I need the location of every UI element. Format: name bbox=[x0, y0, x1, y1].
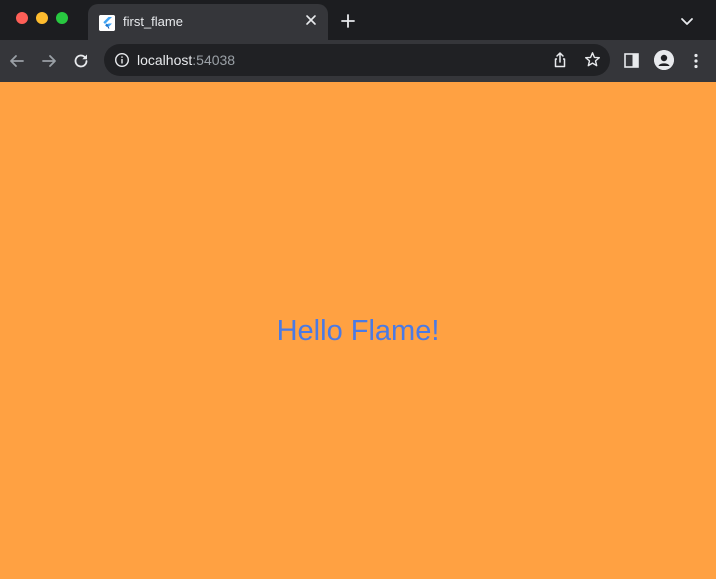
browser-window: first_flame localhost:54038 Hello Flame! bbox=[0, 0, 716, 579]
url-port: :54038 bbox=[192, 52, 236, 68]
flutter-icon bbox=[99, 15, 115, 31]
page-content: Hello Flame! bbox=[0, 82, 716, 579]
minimize-window-button[interactable] bbox=[36, 12, 48, 24]
close-icon[interactable] bbox=[304, 13, 318, 27]
more-vertical-icon[interactable] bbox=[690, 52, 702, 70]
tab-strip: first_flame bbox=[0, 0, 716, 40]
chevron-down-icon[interactable] bbox=[680, 14, 694, 28]
side-panel-icon[interactable] bbox=[624, 53, 639, 68]
plus-icon[interactable] bbox=[340, 13, 356, 29]
page-heading: Hello Flame! bbox=[276, 315, 440, 347]
address-bar[interactable]: localhost:54038 bbox=[104, 44, 610, 76]
share-icon[interactable] bbox=[552, 51, 568, 69]
profile-icon[interactable] bbox=[654, 50, 674, 70]
star-icon[interactable] bbox=[584, 51, 601, 68]
info-icon[interactable] bbox=[114, 52, 130, 68]
maximize-window-button[interactable] bbox=[56, 12, 68, 24]
arrow-left-icon[interactable] bbox=[8, 52, 26, 70]
reload-icon[interactable] bbox=[72, 52, 90, 70]
browser-toolbar: localhost:54038 bbox=[0, 40, 716, 82]
url-host: localhost bbox=[137, 52, 193, 68]
tab-title: first_flame bbox=[123, 14, 183, 29]
arrow-right-icon[interactable] bbox=[40, 52, 58, 70]
close-window-button[interactable] bbox=[16, 12, 28, 24]
url-text[interactable]: localhost:54038 bbox=[137, 52, 235, 68]
tab-first-flame[interactable]: first_flame bbox=[88, 4, 328, 40]
